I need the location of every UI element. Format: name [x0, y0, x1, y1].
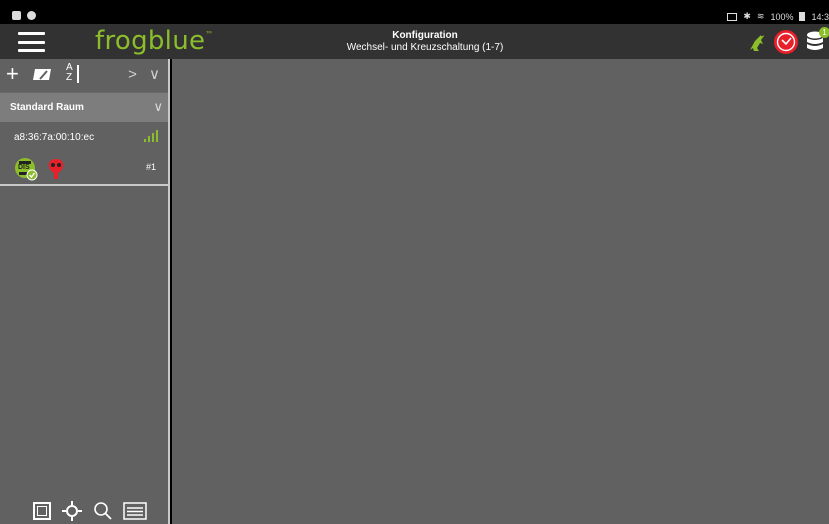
sort-az-icon[interactable]: A Z [66, 63, 79, 83]
device-icons: DIS [14, 157, 66, 181]
sort-bottom-letter: Z [66, 72, 73, 83]
database-button[interactable]: 1 [805, 27, 829, 55]
sidebar: + A Z > ∨ Standard Raum ∨ a8:36:7a:00:10… [0, 59, 170, 524]
app-bar: frogblue™ Konfiguration Wechsel- und Kre… [0, 24, 829, 59]
frog-alert-icon[interactable] [46, 157, 66, 181]
battery-icon [799, 12, 806, 21]
signal-strength-icon [144, 130, 158, 142]
light-icon[interactable] [61, 500, 83, 522]
page-title: Konfiguration [392, 30, 458, 41]
device-list-item[interactable]: a8:36:7a:00:10:ec DIS #1 [0, 122, 168, 186]
room-header[interactable]: Standard Raum ∨ [0, 92, 168, 122]
app-notification-icon [27, 11, 36, 20]
clock-icon[interactable] [773, 29, 799, 55]
notification-icon [12, 11, 21, 20]
database-badge: 1 [819, 27, 829, 38]
title-block: Konfiguration Wechsel- und Kreuzschaltun… [300, 30, 550, 53]
chevron-down-icon[interactable]: ∨ [153, 99, 163, 115]
system-status-bar: ✱ ≋ 100% 14:3 [0, 0, 829, 24]
status-left-icons [12, 11, 36, 20]
expand-nav-button[interactable]: > ∨ [128, 65, 164, 83]
battery-percent: 100% [770, 11, 794, 22]
square-view-icon[interactable] [33, 502, 51, 520]
logo-trademark: ™ [205, 30, 214, 39]
search-icon[interactable] [93, 501, 113, 521]
sidebar-toolbar: + A Z > ∨ [0, 59, 168, 92]
eraser-icon[interactable] [32, 67, 52, 81]
device-mac: a8:36:7a:00:10:ec [14, 132, 95, 143]
main-content-area [172, 59, 829, 524]
module-label: DIS [18, 164, 30, 171]
bluetooth-icon: ✱ [743, 11, 751, 21]
dis-module-icon[interactable]: DIS [14, 157, 38, 181]
frogblue-logo: frogblue™ [95, 26, 214, 56]
room-name: Standard Raum [10, 102, 84, 113]
add-button[interactable]: + [6, 61, 19, 87]
sim-icon [727, 12, 738, 21]
appbar-actions: 1 [747, 27, 829, 55]
list-icon[interactable] [123, 502, 147, 520]
frog-icon[interactable] [747, 31, 767, 53]
wifi-icon: ≋ [756, 11, 765, 21]
clock-text: 14:3 [811, 11, 829, 22]
page-subtitle: Wechsel- und Kreuzschaltung (1-7) [346, 42, 504, 53]
hamburger-icon[interactable] [18, 32, 45, 52]
logo-text: frogblue [95, 26, 206, 56]
status-right-icons: ✱ ≋ 100% 14:3 [727, 11, 829, 22]
sidebar-bottom-bar [0, 498, 170, 524]
device-number: #1 [145, 162, 156, 172]
